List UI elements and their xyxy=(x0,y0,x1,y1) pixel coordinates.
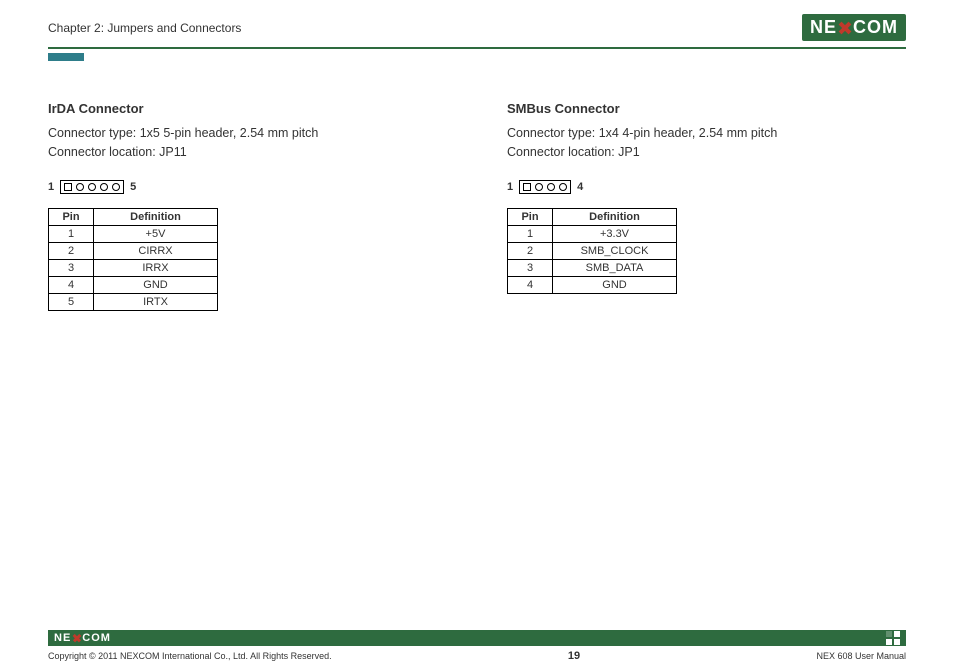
smbus-section: SMBus Connector Connector type: 1x4 4-pi… xyxy=(507,101,906,311)
section-description: Connector type: 1x5 5-pin header, 2.54 m… xyxy=(48,124,447,162)
pin-circle-icon xyxy=(100,183,108,191)
pin-square-icon xyxy=(64,183,72,191)
section-description: Connector type: 1x4 4-pin header, 2.54 m… xyxy=(507,124,906,162)
cell-definition: +5V xyxy=(94,225,218,242)
cell-definition: IRTX xyxy=(94,293,218,310)
accent-tab xyxy=(48,53,84,61)
th-pin: Pin xyxy=(508,208,553,225)
logo-text-right: COM xyxy=(853,17,898,38)
connector-type: Connector type: 1x4 4-pin header, 2.54 m… xyxy=(507,126,777,140)
connector-location: Connector location: JP1 xyxy=(507,145,640,159)
connector-type: Connector type: 1x5 5-pin header, 2.54 m… xyxy=(48,126,318,140)
table-row: 1+3.3V xyxy=(508,225,677,242)
cell-definition: +3.3V xyxy=(553,225,677,242)
manual-title: NEX 608 User Manual xyxy=(816,651,906,661)
cell-pin: 3 xyxy=(49,259,94,276)
copyright-text: Copyright © 2011 NEXCOM International Co… xyxy=(48,651,332,661)
logo-text-left: NE xyxy=(810,17,837,38)
table-row: 2CIRRX xyxy=(49,242,218,259)
chapter-title: Chapter 2: Jumpers and Connectors xyxy=(48,21,241,35)
cell-pin: 3 xyxy=(508,259,553,276)
cell-definition: GND xyxy=(94,276,218,293)
pin-circle-icon xyxy=(535,183,543,191)
subfooter: Copyright © 2011 NEXCOM International Co… xyxy=(48,650,906,662)
pin-start-label: 1 xyxy=(507,181,513,193)
pin-start-label: 1 xyxy=(48,181,54,193)
section-title: SMBus Connector xyxy=(507,101,906,116)
pin-diagram: 1 5 xyxy=(48,180,447,194)
cell-pin: 2 xyxy=(508,242,553,259)
pin-box xyxy=(60,180,124,194)
table-row: 3SMB_DATA xyxy=(508,259,677,276)
table-row: 2SMB_CLOCK xyxy=(508,242,677,259)
table-row: 1+5V xyxy=(49,225,218,242)
th-pin: Pin xyxy=(49,208,94,225)
footer-logo-left: NE xyxy=(54,632,71,644)
cell-pin: 1 xyxy=(49,225,94,242)
pin-end-label: 5 xyxy=(130,181,136,193)
cell-pin: 4 xyxy=(49,276,94,293)
pin-table: Pin Definition 1+3.3V2SMB_CLOCK3SMB_DATA… xyxy=(507,208,677,294)
pin-square-icon xyxy=(523,183,531,191)
footer-logo: NE COM xyxy=(54,632,111,644)
th-definition: Definition xyxy=(553,208,677,225)
pin-diagram: 1 4 xyxy=(507,180,906,194)
cell-definition: SMB_CLOCK xyxy=(553,242,677,259)
cell-pin: 4 xyxy=(508,276,553,293)
pin-end-label: 4 xyxy=(577,181,583,193)
table-row: 4GND xyxy=(508,276,677,293)
cell-definition: SMB_DATA xyxy=(553,259,677,276)
section-title: IrDA Connector xyxy=(48,101,447,116)
logo-x-icon xyxy=(838,21,852,35)
pin-circle-icon xyxy=(88,183,96,191)
connector-location: Connector location: JP11 xyxy=(48,145,187,159)
page-number: 19 xyxy=(568,650,580,662)
footer-x-icon xyxy=(72,634,81,643)
pin-box xyxy=(519,180,571,194)
footer-logo-right: COM xyxy=(82,632,111,644)
pin-table: Pin Definition 1+5V2CIRRX3IRRX4GND5IRTX xyxy=(48,208,218,311)
cell-pin: 5 xyxy=(49,293,94,310)
header-divider xyxy=(48,47,906,49)
pin-circle-icon xyxy=(76,183,84,191)
cell-definition: CIRRX xyxy=(94,242,218,259)
table-row: 4GND xyxy=(49,276,218,293)
pin-circle-icon xyxy=(559,183,567,191)
table-header-row: Pin Definition xyxy=(508,208,677,225)
table-row: 3IRRX xyxy=(49,259,218,276)
footer-ornament-icon xyxy=(886,631,900,645)
cell-definition: IRRX xyxy=(94,259,218,276)
cell-pin: 2 xyxy=(49,242,94,259)
table-row: 5IRTX xyxy=(49,293,218,310)
footer-bar: NE COM xyxy=(48,630,906,646)
pin-circle-icon xyxy=(112,183,120,191)
table-header-row: Pin Definition xyxy=(49,208,218,225)
cell-definition: GND xyxy=(553,276,677,293)
irda-section: IrDA Connector Connector type: 1x5 5-pin… xyxy=(48,101,447,311)
brand-logo: NE COM xyxy=(802,14,906,41)
pin-circle-icon xyxy=(547,183,555,191)
cell-pin: 1 xyxy=(508,225,553,242)
th-definition: Definition xyxy=(94,208,218,225)
